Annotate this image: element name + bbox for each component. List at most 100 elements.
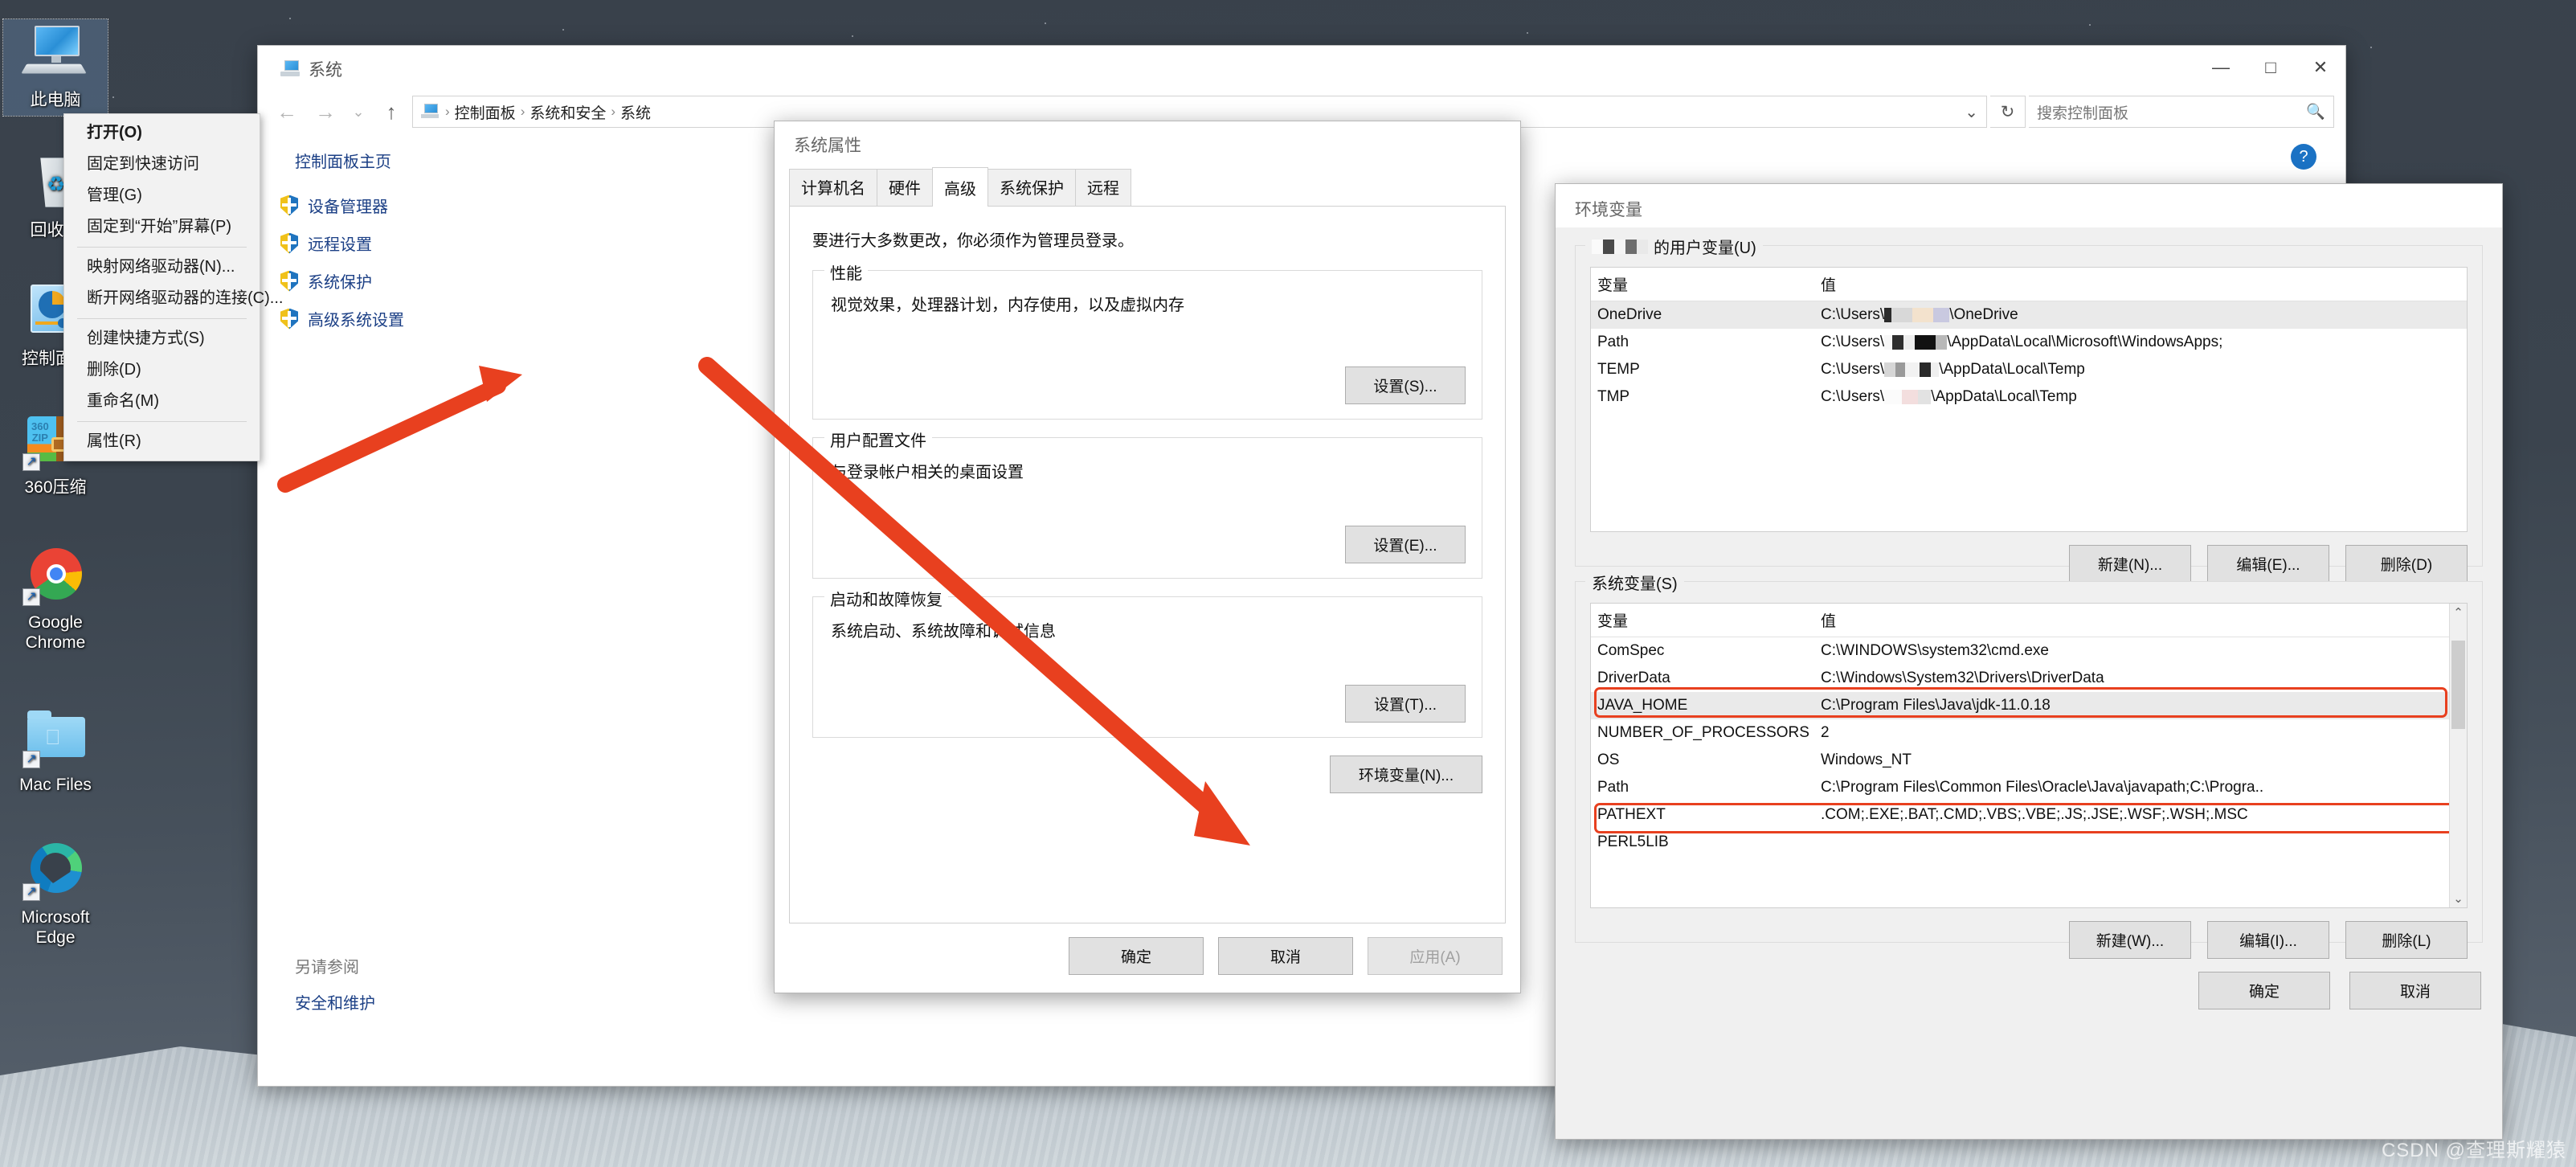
table-row[interactable]: OneDrive C:\Users\ \OneDrive xyxy=(1591,301,2467,330)
user-new-button[interactable]: 新建(N)... xyxy=(2069,545,2191,583)
env-cancel-button[interactable]: 取消 xyxy=(2349,972,2481,1009)
context-menu-item-disconnect-network-drive[interactable]: 断开网络驱动器的连接(C)... xyxy=(64,283,283,314)
sidebar-item-label: 高级系统设置 xyxy=(308,312,404,330)
context-menu-item-open[interactable]: 打开(O) xyxy=(64,117,260,149)
context-menu-item-pin-start[interactable]: 固定到“开始”屏幕(P) xyxy=(64,211,260,243)
column-header-variable: 变量 xyxy=(1597,277,1629,294)
table-row[interactable]: JAVA_HOME C:\Program Files\Java\jdk-11.0… xyxy=(1591,692,2467,719)
breadcrumb-item-1[interactable]: 系统和安全 xyxy=(530,101,606,123)
sidebar-item-advanced-system-settings[interactable]: 高级系统设置 xyxy=(276,300,541,338)
address-dropdown-icon[interactable]: ⌄ xyxy=(1965,102,1978,122)
tab-advanced[interactable]: 高级 xyxy=(932,167,988,207)
table-row[interactable]: PATHEXT .COM;.EXE;.BAT;.CMD;.VBS;.VBE;.J… xyxy=(1591,801,2467,829)
table-row[interactable]: TEMP C:\Users\ \AppData\Local\Temp xyxy=(1591,356,2467,383)
breadcrumb-separator: › xyxy=(611,104,616,119)
desktop-icon-chrome[interactable]: ↗ Google Chrome xyxy=(3,545,108,653)
variable-name: NUMBER_OF_PROCESSORS xyxy=(1597,724,1809,741)
startup-recovery-settings-button[interactable]: 设置(T)... xyxy=(1345,685,1466,723)
table-row[interactable]: DriverData C:\Windows\System32\Drivers\D… xyxy=(1591,665,2467,692)
forward-button[interactable]: → xyxy=(308,96,343,128)
startup-recovery-legend: 启动和故障恢复 xyxy=(824,587,948,610)
performance-group: 性能 视觉效果，处理器计划，内存使用，以及虚拟内存 设置(S)... xyxy=(812,260,1482,420)
history-dropdown-icon[interactable]: ⌄ xyxy=(346,96,370,128)
variable-value: C:\Windows\System32\Drivers\DriverData xyxy=(1821,669,2104,686)
shortcut-arrow-icon: ↗ xyxy=(22,453,40,471)
scroll-down-button[interactable]: ⌄ xyxy=(2450,890,2467,907)
scroll-up-button[interactable]: ⌃ xyxy=(2450,604,2467,621)
variable-value xyxy=(1814,829,2467,856)
desktop-icon-this-pc[interactable]: 此电脑 xyxy=(2,18,108,117)
system-variables-legend: 系统变量(S) xyxy=(1585,571,1684,594)
env-ok-button[interactable]: 确定 xyxy=(2198,972,2330,1009)
variable-value: 2 xyxy=(1821,724,1830,741)
control-panel-sidebar: 控制面板主页 设备管理器 远程设置 系统保护 高级系统设置 xyxy=(276,142,541,338)
user-variables-table[interactable]: 变量 值 OneDrive C:\Users\ \OneDrive Path C:… xyxy=(1590,267,2468,532)
desktop-icon-mac-files[interactable]:  ↗ Mac Files xyxy=(3,707,108,795)
maximize-button[interactable]: □ xyxy=(2246,46,2296,89)
system-properties-dialog: 系统属性 ✕ 计算机名 硬件 高级 系统保护 远程 要进行大多数更改，你必须作为… xyxy=(774,121,1521,993)
table-row[interactable]: TMP C:\Users\ \AppData\Local\Temp xyxy=(1591,383,2467,411)
context-menu-item-properties[interactable]: 属性(R) xyxy=(64,426,260,457)
desktop-icon-label: 360压缩 xyxy=(24,478,87,497)
ok-button[interactable]: 确定 xyxy=(1069,937,1204,975)
table-row[interactable]: ComSpec C:\WINDOWS\system32\cmd.exe xyxy=(1591,637,2467,665)
context-menu-item-pin-quick-access[interactable]: 固定到快速访问 xyxy=(64,149,260,180)
breadcrumb-system-icon xyxy=(421,104,440,120)
table-row[interactable]: NUMBER_OF_PROCESSORS 2 xyxy=(1591,719,2467,747)
see-also-link-security[interactable]: 安全和维护 xyxy=(295,990,375,1013)
desktop-icon-label: Microsoft Edge xyxy=(21,908,90,948)
context-menu-item-manage[interactable]: 管理(G) xyxy=(64,180,260,211)
sidebar-item-home[interactable]: 控制面板主页 xyxy=(276,142,541,186)
scrollbar-thumb[interactable] xyxy=(2451,641,2465,729)
table-row[interactable]: PERL5LIB xyxy=(1591,829,2467,856)
context-menu-item-create-shortcut[interactable]: 创建快捷方式(S) xyxy=(64,323,260,354)
up-button[interactable]: ↑ xyxy=(374,96,409,128)
cancel-button[interactable]: 取消 xyxy=(1218,937,1353,975)
environment-variables-button[interactable]: 环境变量(N)... xyxy=(1330,755,1482,793)
shortcut-arrow-icon: ↗ xyxy=(22,588,40,606)
this-pc-icon xyxy=(21,23,90,85)
tab-hardware[interactable]: 硬件 xyxy=(877,169,933,206)
username-mosaic xyxy=(1884,306,1950,324)
system-properties-footer: 确定 取消 应用(A) xyxy=(1069,937,1503,975)
user-delete-button[interactable]: 删除(D) xyxy=(2345,545,2468,583)
user-profiles-settings-button[interactable]: 设置(E)... xyxy=(1345,526,1466,563)
zip-sub: ZIP xyxy=(31,431,48,444)
back-button[interactable]: ← xyxy=(269,96,305,128)
table-row[interactable]: Path C:\Program Files\Common Files\Oracl… xyxy=(1591,774,2467,801)
tab-remote[interactable]: 远程 xyxy=(1075,169,1131,206)
user-edit-button[interactable]: 编辑(E)... xyxy=(2207,545,2329,583)
desktop-icon-edge[interactable]: ↗ Microsoft Edge xyxy=(3,840,108,948)
search-input[interactable]: 搜索控制面板 🔍 xyxy=(2029,96,2334,128)
sidebar-item-system-protection[interactable]: 系统保护 xyxy=(276,262,541,300)
breadcrumb-item-0[interactable]: 控制面板 xyxy=(455,101,516,123)
table-row[interactable]: OS Windows_NT xyxy=(1591,747,2467,774)
shield-icon xyxy=(280,271,298,292)
system-delete-button[interactable]: 删除(L) xyxy=(2345,921,2468,959)
tab-system-protection[interactable]: 系统保护 xyxy=(987,169,1076,206)
context-menu-item-rename[interactable]: 重命名(M) xyxy=(64,386,260,417)
watermark: CSDN @查理斯耀猿 xyxy=(2381,1140,2566,1161)
minimize-button[interactable]: — xyxy=(2196,46,2246,89)
close-button[interactable]: ✕ xyxy=(2296,46,2345,89)
sidebar-item-label: 系统保护 xyxy=(308,274,372,292)
breadcrumb-item-2[interactable]: 系统 xyxy=(620,101,651,123)
table-row[interactable]: Path C:\Users\ \AppData\Local\Microsoft\W… xyxy=(1591,329,2467,356)
tab-computer-name[interactable]: 计算机名 xyxy=(789,169,877,206)
help-button[interactable]: ? xyxy=(2291,144,2316,170)
context-menu-separator xyxy=(77,421,247,422)
performance-settings-button[interactable]: 设置(S)... xyxy=(1345,366,1466,404)
mac-folder-icon:  ↗ xyxy=(21,707,90,770)
system-variables-table[interactable]: 变量 值 ComSpec C:\WINDOWS\system32\cmd.exe… xyxy=(1590,603,2468,908)
sidebar-item-remote-settings[interactable]: 远程设置 xyxy=(276,224,541,262)
context-menu-item-delete[interactable]: 删除(D) xyxy=(64,354,260,386)
username-mosaic xyxy=(1884,334,1948,351)
environment-variables-footer: 确定 取消 xyxy=(1575,957,2483,1009)
system-variables-scrollbar[interactable]: ⌃ ⌄ xyxy=(2449,604,2467,907)
system-new-button[interactable]: 新建(W)... xyxy=(2069,921,2191,959)
sidebar-item-device-manager[interactable]: 设备管理器 xyxy=(276,186,541,224)
context-menu-item-map-network-drive[interactable]: 映射网络驱动器(N)... xyxy=(64,252,260,283)
system-edit-button[interactable]: 编辑(I)... xyxy=(2207,921,2329,959)
variable-value: C:\Users\ \AppData\Local\Microsoft\Window… xyxy=(1821,334,2223,351)
refresh-button[interactable]: ↻ xyxy=(1990,96,2026,128)
